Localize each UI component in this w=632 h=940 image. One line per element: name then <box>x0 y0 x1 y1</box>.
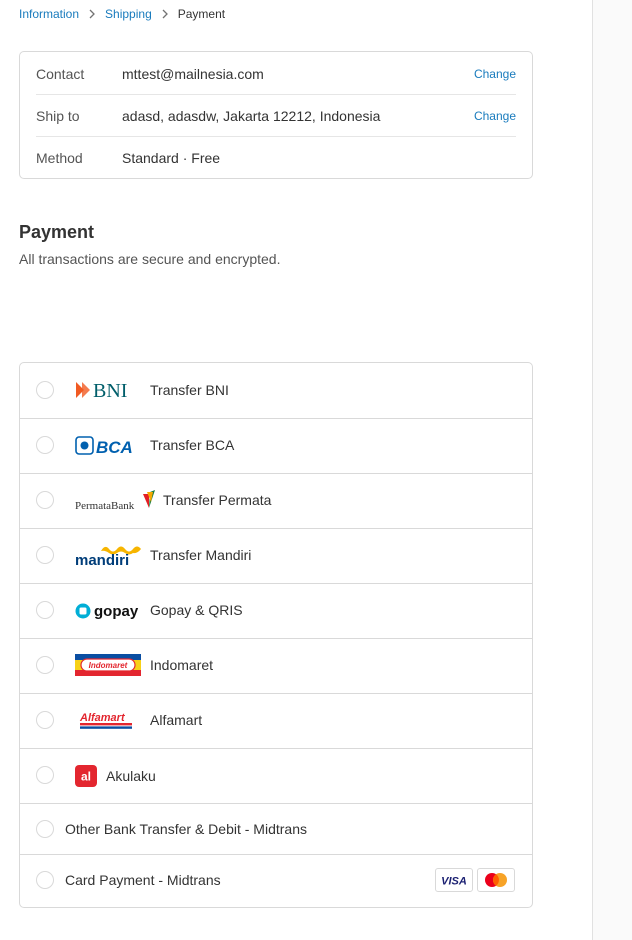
ship-to-label: Ship to <box>36 108 80 124</box>
alfamart-logo: Alfamart <box>79 710 135 730</box>
payment-title: Payment <box>19 222 95 242</box>
payment-option-label: Transfer BCA <box>150 437 235 453</box>
radio-bca[interactable] <box>36 436 54 454</box>
svg-text:Indomaret: Indomaret <box>89 661 128 670</box>
order-summary-sidebar <box>592 0 632 940</box>
contact-value: mttest@mailnesia.com <box>122 65 264 82</box>
payment-option-alfamart[interactable]: Alfamart Alfamart <box>20 693 532 748</box>
gopay-logo: gopay <box>75 601 147 621</box>
radio-indomaret[interactable] <box>36 656 54 674</box>
svg-text:gopay: gopay <box>94 603 139 620</box>
method-label: Method <box>36 150 83 166</box>
payment-option-label: Card Payment - Midtrans <box>65 872 221 888</box>
payment-option-gopay[interactable]: gopay Gopay & QRIS <box>20 583 532 638</box>
svg-text:VISA: VISA <box>441 876 467 887</box>
svg-text:BCA: BCA <box>96 438 133 457</box>
bni-logo: BNI <box>75 379 135 401</box>
breadcrumb-payment: Payment <box>177 7 226 21</box>
svg-text:mandiri: mandiri <box>75 552 129 567</box>
chevron-right-icon <box>152 9 178 19</box>
svg-text:al: al <box>81 770 91 784</box>
radio-gopay[interactable] <box>36 601 54 619</box>
card-brand-icons: VISA <box>435 868 515 892</box>
payment-option-akulaku[interactable]: al Akulaku <box>20 748 532 803</box>
payment-option-label: Transfer BNI <box>150 382 229 398</box>
review-row-method: Method Standard · Free <box>36 136 516 179</box>
contact-label: Contact <box>36 65 85 82</box>
radio-other-bank[interactable] <box>36 820 54 838</box>
review-row-ship-to: Ship to adasd, adasdw, Jakarta 12212, In… <box>36 94 516 137</box>
radio-alfamart[interactable] <box>36 711 54 729</box>
payment-subtitle: All transactions are secure and encrypte… <box>19 251 281 267</box>
svg-text:PermataBank: PermataBank <box>75 500 135 512</box>
payment-option-label: Transfer Permata <box>163 492 272 508</box>
visa-icon: VISA <box>435 868 473 892</box>
radio-mandiri[interactable] <box>36 546 54 564</box>
permata-logo: PermataBank <box>75 488 161 512</box>
payment-option-label: Gopay & QRIS <box>150 602 243 618</box>
payment-options: BNI Transfer BNI BCA Transfer BCA Permat… <box>19 362 533 908</box>
payment-option-bni[interactable]: BNI Transfer BNI <box>20 363 532 418</box>
akulaku-logo: al <box>75 765 97 787</box>
payment-option-indomaret[interactable]: Indomaret Indomaret <box>20 638 532 693</box>
review-row-contact: Contact mttest@mailnesia.com Change <box>36 52 516 95</box>
ship-to-value: adasd, adasdw, Jakarta 12212, Indonesia <box>122 108 381 124</box>
payment-option-permata[interactable]: PermataBank Transfer Permata <box>20 473 532 528</box>
radio-bni[interactable] <box>36 381 54 399</box>
payment-option-label: Indomaret <box>150 657 214 673</box>
change-ship-to-link[interactable]: Change <box>474 109 516 123</box>
payment-option-label: Transfer Mandiri <box>150 547 252 563</box>
bca-logo: BCA <box>75 435 135 457</box>
radio-akulaku[interactable] <box>36 766 54 784</box>
payment-option-label: Other Bank Transfer & Debit - Midtrans <box>65 821 307 837</box>
payment-option-label: Akulaku <box>106 768 156 784</box>
change-contact-link[interactable]: Change <box>474 67 516 81</box>
mastercard-icon <box>477 868 515 892</box>
method-value: Standard · Free <box>122 150 221 166</box>
radio-permata[interactable] <box>36 491 54 509</box>
breadcrumb-shipping[interactable]: Shipping <box>105 7 152 21</box>
payment-option-other-bank[interactable]: Other Bank Transfer & Debit - Midtrans <box>20 803 532 854</box>
payment-option-label: Alfamart <box>150 712 203 728</box>
svg-text:Alfamart: Alfamart <box>79 712 126 724</box>
breadcrumb-information[interactable]: Information <box>19 7 79 21</box>
review-box: Contact mttest@mailnesia.com Change Ship… <box>19 51 533 179</box>
indomaret-logo: Indomaret <box>75 654 141 676</box>
chevron-right-icon <box>79 9 105 19</box>
payment-option-card[interactable]: Card Payment - Midtrans VISA <box>20 854 532 907</box>
payment-option-bca[interactable]: BCA Transfer BCA <box>20 418 532 473</box>
mandiri-logo: mandiri <box>75 543 145 567</box>
svg-text:BNI: BNI <box>93 380 127 401</box>
payment-option-mandiri[interactable]: mandiri Transfer Mandiri <box>20 528 532 583</box>
radio-card[interactable] <box>36 871 54 889</box>
breadcrumb: Information Shipping Payment <box>19 6 225 22</box>
